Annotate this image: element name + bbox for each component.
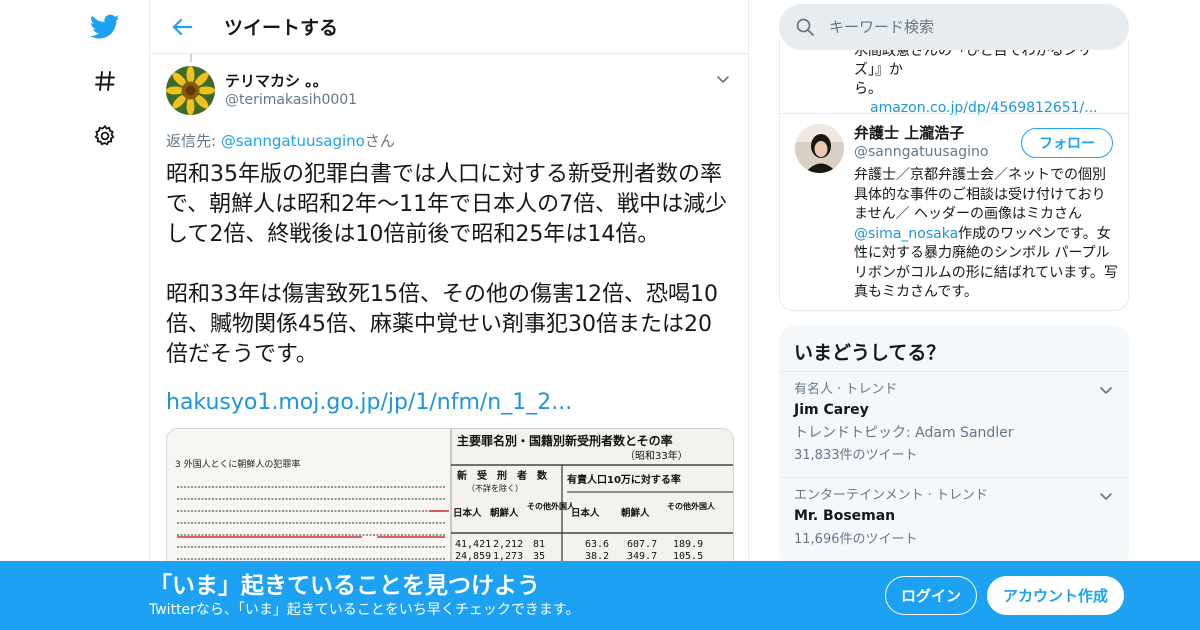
follow-button[interactable]: フォロー bbox=[1021, 128, 1113, 158]
table-cell: 189.9 bbox=[673, 539, 703, 550]
who-to-follow-card: 水間政憲さんの「ひと目でわかるシリー ズ」』か ら。amazon.co.jp/d… bbox=[779, 40, 1130, 311]
previous-profile-bio-snippet: 水間政憲さんの「ひと目でわかるシリー ズ」』か ら。amazon.co.jp/d… bbox=[854, 42, 1114, 118]
table-group-1: 新 受 刑 者 数 bbox=[457, 469, 548, 482]
page-title: ツイートする bbox=[224, 17, 339, 39]
table-group-2: 有責人口10万に対する率 bbox=[567, 473, 681, 486]
hashtag-icon[interactable] bbox=[88, 64, 122, 98]
tweet-author: テリマカシ 。。 @terimakasih0001 bbox=[166, 64, 732, 116]
table-col-2: 朝鮮人 bbox=[490, 507, 519, 519]
snippet-line-3: ら。 bbox=[854, 81, 882, 97]
trend-item[interactable]: エンターテインメント · トレンド Mr. Boseman 11,696件のツイ… bbox=[779, 478, 1129, 566]
table-title: 主要罪名別・国籍別新受刑者数とその率 bbox=[457, 433, 673, 448]
table-cell: 63.6 bbox=[585, 539, 609, 550]
table-col-4: 日本人 bbox=[571, 507, 600, 519]
tweet: テリマカシ 。。 @terimakasih0001 返信先: @sanngatu… bbox=[150, 54, 748, 608]
gear-icon[interactable] bbox=[88, 119, 122, 153]
table-year: （昭和33年） bbox=[625, 449, 688, 462]
reply-handle-link[interactable]: @sanngatuusagino bbox=[221, 132, 365, 150]
profile-handle[interactable]: @sanngatuusagino bbox=[854, 142, 988, 162]
bio-mention-link[interactable]: @sima_nosaka bbox=[854, 226, 958, 242]
table-cell: 2,212 bbox=[493, 539, 523, 550]
trends-panel: いまどうしてる？ 有名人 · トレンド Jim Carey トレンドトピック: … bbox=[779, 326, 1129, 566]
login-button[interactable]: ログイン bbox=[885, 576, 977, 615]
table-cell: 81 bbox=[533, 539, 545, 550]
profile-bio: 弁護士／京都弁護士会／ネットでの個別具体的な事件のご相談は受け付けておりません／… bbox=[854, 166, 1118, 303]
banner-subtitle: Twitterなら、「いま」起きていることをいち早くチェックできます。 bbox=[149, 602, 580, 618]
table-col-3: その他外国人 bbox=[527, 501, 576, 511]
trend-meta: 有名人 · トレンド bbox=[794, 382, 898, 397]
reply-context: 返信先: @sanngatuusaginoさん bbox=[166, 130, 732, 151]
reply-suffix: さん bbox=[364, 132, 395, 150]
thread-connector bbox=[190, 54, 192, 62]
back-arrow-icon[interactable] bbox=[167, 12, 197, 42]
author-avatar[interactable] bbox=[166, 65, 215, 115]
table-cell: 41,421 bbox=[455, 539, 491, 550]
author-display-name[interactable]: テリマカシ 。。 bbox=[225, 71, 357, 91]
trend-tweet-count: 11,696件のツイート bbox=[794, 532, 918, 547]
tweet-paragraph-2: 昭和33年は傷害致死15倍、その他の傷害12倍、恐喝10倍、贓物関係45倍、麻薬… bbox=[166, 282, 718, 367]
trend-topic: トレンドトピック: Adam Sandler bbox=[794, 425, 1014, 441]
trend-tweet-count: 31,833件のツイート bbox=[794, 448, 918, 463]
tweet-paragraph-1: 昭和35年版の犯罪白書では人口に対する新受刑者数の率で、朝鮮人は昭和2年〜11年… bbox=[166, 162, 728, 247]
chevron-down-icon[interactable] bbox=[1098, 488, 1114, 504]
chevron-down-icon[interactable] bbox=[1098, 382, 1114, 398]
profile-name[interactable]: 弁護士 上瀧浩子 bbox=[854, 123, 964, 143]
table-col-1: 日本人 bbox=[453, 507, 482, 519]
divider bbox=[780, 113, 1130, 114]
author-names: テリマカシ 。。 @terimakasih0001 bbox=[225, 71, 357, 109]
table-cell: 607.7 bbox=[627, 539, 657, 550]
bio-text-1: 弁護士／京都弁護士会／ネットでの個別具体的な事件のご相談は受け付けておりません／… bbox=[854, 167, 1106, 222]
twitter-logo-icon[interactable] bbox=[88, 10, 122, 44]
signup-banner: 「いま」起きていることを見つけよう Twitterなら、「いま」起きていることを… bbox=[0, 561, 1200, 630]
doc-heading: 3 外国人とくに朝鮮人の犯罪率 bbox=[175, 458, 300, 470]
table-col-6: その他外国人 bbox=[667, 501, 716, 511]
trends-title: いまどうしてる？ bbox=[779, 326, 1129, 372]
trend-name: Jim Carey bbox=[794, 402, 869, 418]
page: ツイートする テリマカシ 。。 @terimakasih0001 返信先: @s… bbox=[0, 0, 1200, 630]
search-input[interactable] bbox=[829, 18, 1089, 36]
search-bar[interactable] bbox=[779, 4, 1129, 50]
tweet-text: 昭和35年版の犯罪白書では人口に対する新受刑者数の率で、朝鮮人は昭和2年〜11年… bbox=[166, 160, 732, 370]
reply-prefix: 返信先: bbox=[166, 132, 221, 150]
table-group-1-note: （不詳を除く） bbox=[467, 483, 523, 493]
left-nav bbox=[0, 0, 150, 630]
snippet-line-2: ズ」』か bbox=[854, 62, 903, 78]
chevron-down-icon[interactable] bbox=[714, 70, 732, 88]
trend-item[interactable]: 有名人 · トレンド Jim Carey トレンドトピック: Adam Sand… bbox=[779, 372, 1129, 478]
table-col-5: 朝鮮人 bbox=[621, 507, 650, 519]
header: ツイートする bbox=[150, 0, 748, 54]
banner-title: 「いま」起きていることを見つけよう bbox=[149, 573, 540, 599]
signup-button[interactable]: アカウント作成 bbox=[987, 576, 1124, 615]
profile-avatar[interactable] bbox=[795, 124, 844, 173]
tweet-url-link[interactable]: hakusyo1.moj.go.jp/jp/1/nfm/n_1_2... bbox=[166, 388, 732, 418]
trend-name: Mr. Boseman bbox=[794, 508, 896, 524]
main-column: ツイートする テリマカシ 。。 @terimakasih0001 返信先: @s… bbox=[149, 0, 749, 630]
trend-meta: エンターテインメント · トレンド bbox=[794, 488, 989, 503]
search-icon bbox=[796, 18, 814, 36]
author-handle[interactable]: @terimakasih0001 bbox=[225, 91, 357, 109]
